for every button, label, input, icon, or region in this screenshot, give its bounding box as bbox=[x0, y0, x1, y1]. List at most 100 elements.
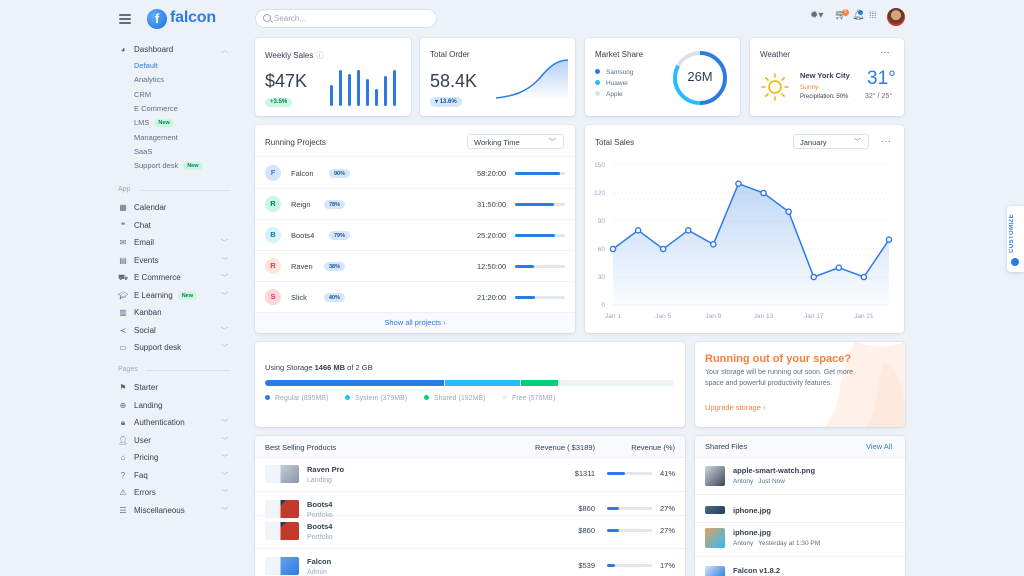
ticket-icon: ▭ bbox=[119, 343, 127, 352]
total-sales-card: Total Sales January ﹀ ··· 0 30 60 90 120 150 Ja… bbox=[585, 125, 904, 333]
new-badge: New bbox=[154, 119, 174, 127]
project-row[interactable]: R Reign 78% 31:50:00 bbox=[255, 189, 575, 220]
falcon-logo-icon[interactable]: f bbox=[147, 9, 167, 29]
working-time-select[interactable]: Working Time ﹀ bbox=[467, 134, 564, 149]
theme-settings-icon[interactable]: ✹▾ bbox=[810, 10, 823, 21]
legend-dot bbox=[265, 395, 270, 400]
card-title: Shared Files bbox=[705, 442, 748, 451]
graduation-cap-icon: 🎓︎ bbox=[118, 291, 129, 300]
shared-file-item[interactable]: iphone.jpg Antony Yesterday at 1:30 PM bbox=[695, 528, 905, 557]
project-percent-badge: 90% bbox=[329, 169, 351, 178]
file-name: apple-smart-watch.png bbox=[733, 466, 816, 475]
month-select[interactable]: January ﹀ bbox=[793, 134, 869, 149]
revenue-progress-bar bbox=[607, 507, 652, 510]
total-sales-line-chart: 0 30 60 90 120 150 Jan 1 Jan 5 Jan 9 Jan 13 Jan 17… bbox=[594, 162, 893, 320]
sales-point[interactable] bbox=[684, 227, 692, 234]
more-options-icon[interactable]: ··· bbox=[880, 47, 890, 58]
share-icon: ≺ bbox=[119, 326, 127, 335]
storage-card: Using Storage 1466 MB of 2 GB Regular (8… bbox=[255, 342, 685, 427]
sales-point[interactable] bbox=[885, 236, 893, 243]
sales-point[interactable] bbox=[609, 245, 617, 253]
sidebar-sub-analytics[interactable]: Analytics bbox=[134, 75, 164, 84]
search-input[interactable]: Search... bbox=[274, 14, 306, 23]
sidebar-sub-lms[interactable]: LMS New bbox=[134, 118, 174, 127]
file-thumbnail bbox=[705, 506, 725, 514]
sales-point[interactable] bbox=[710, 241, 717, 248]
sales-point[interactable] bbox=[810, 273, 818, 281]
more-options-icon[interactable]: ··· bbox=[881, 136, 891, 147]
sidebar-sub-default[interactable]: Default bbox=[134, 61, 158, 70]
sales-bar bbox=[330, 85, 333, 106]
sidebar-sub-ecommerce[interactable]: E Commerce bbox=[134, 104, 178, 113]
project-progress-bar bbox=[515, 203, 565, 206]
x-tick-label: Jan 21 bbox=[854, 313, 874, 320]
storage-segment bbox=[559, 380, 673, 386]
sidebar-section-app: App bbox=[118, 186, 131, 193]
product-row[interactable]: Falcon Admin $539 17% bbox=[255, 551, 685, 576]
product-revenue: $860 bbox=[578, 504, 595, 513]
flag-icon: ⚑ bbox=[119, 383, 127, 392]
y-tick-label: 150 bbox=[594, 162, 605, 169]
project-time: 12:50:00 bbox=[477, 262, 507, 271]
project-time: 58:20:00 bbox=[477, 169, 507, 178]
shared-file-item[interactable]: Falcon v1.8.2 bbox=[705, 566, 895, 576]
storage-progress-bar bbox=[265, 380, 674, 386]
project-time: 21:20:00 bbox=[477, 293, 507, 302]
customize-tab[interactable]: CUSTOMIZE bbox=[1007, 206, 1024, 272]
card-title: Best Selling Products bbox=[265, 443, 337, 452]
file-thumbnail bbox=[705, 528, 725, 548]
file-thumbnail bbox=[705, 466, 725, 486]
sidebar-sub-support-desk[interactable]: Support desk New bbox=[134, 161, 203, 170]
user-avatar[interactable] bbox=[887, 8, 905, 26]
info-circle-icon[interactable]: ⓘ bbox=[316, 51, 324, 60]
weekly-sales-change: +3.5% bbox=[265, 96, 293, 107]
product-row[interactable]: Boots4 Portfolio $860 27% bbox=[255, 494, 685, 519]
sales-area bbox=[613, 183, 889, 305]
chevron-down-icon: ﹀ bbox=[221, 258, 228, 265]
warning-icon: ⚠ bbox=[119, 488, 127, 497]
view-all-link[interactable]: View All bbox=[866, 442, 892, 451]
product-thumbnail bbox=[265, 465, 299, 483]
sales-point[interactable] bbox=[760, 189, 767, 197]
sidebar-sub-saas[interactable]: SaaS bbox=[134, 147, 152, 156]
shared-file-item[interactable]: apple-smart-watch.png Antony Just Now bbox=[695, 466, 905, 495]
sales-point[interactable] bbox=[835, 264, 843, 271]
cart-count-badge: 5 bbox=[842, 9, 849, 16]
project-percent-badge: 79% bbox=[329, 231, 351, 240]
search-box[interactable]: Search... bbox=[255, 9, 437, 28]
sidebar-sub-crm[interactable]: CRM bbox=[134, 90, 151, 99]
sales-point[interactable] bbox=[659, 245, 667, 253]
sales-bar bbox=[375, 89, 378, 106]
weekly-sales-bar-chart bbox=[330, 68, 400, 106]
sales-point[interactable] bbox=[735, 180, 742, 187]
product-row[interactable]: Raven Pro Landing $1311 41% bbox=[255, 459, 685, 492]
product-row[interactable]: Boots4 Portfolio $860 27% bbox=[255, 516, 685, 549]
sales-bar bbox=[348, 74, 351, 106]
sales-point[interactable] bbox=[860, 273, 868, 281]
sidebar-sub-management[interactable]: Management bbox=[134, 133, 178, 142]
product-percent: 41% bbox=[659, 469, 675, 478]
upgrade-storage-link[interactable]: Upgrade storage › bbox=[705, 403, 765, 412]
sales-point[interactable] bbox=[634, 227, 642, 234]
chat-icon: ❝ bbox=[120, 221, 126, 230]
legend-dot bbox=[502, 395, 507, 400]
project-row[interactable]: F Falcon 90% 58:20:00 bbox=[255, 158, 575, 189]
chevron-down-icon: ﹀ bbox=[221, 293, 228, 300]
storage-legend-item: Free (576MB) bbox=[502, 395, 555, 402]
project-row[interactable]: B Boots4 79% 25:20:00 bbox=[255, 220, 575, 251]
brand-name[interactable]: falcon bbox=[170, 9, 216, 27]
storage-usage-text: Using Storage 1466 MB of 2 GB bbox=[265, 363, 373, 372]
weather-range: 32° / 25° bbox=[865, 93, 893, 100]
sales-point[interactable] bbox=[785, 208, 792, 215]
project-row[interactable]: R Raven 38% 12:50:00 bbox=[255, 251, 575, 282]
chevron-down-icon: ﹀ bbox=[854, 139, 861, 146]
new-badge: New bbox=[183, 162, 203, 170]
project-row[interactable]: S Slick 40% 21:20:00 bbox=[255, 282, 575, 313]
y-tick-label: 90 bbox=[598, 218, 606, 225]
card-title: Total Sales bbox=[595, 138, 635, 147]
chevron-down-icon: ﹀ bbox=[221, 473, 228, 480]
apps-grid-icon[interactable]: ⁞⁞⁞ bbox=[869, 10, 877, 20]
menu-toggle-icon[interactable] bbox=[119, 14, 131, 24]
shared-file-item[interactable]: iphone.jpg bbox=[695, 506, 905, 523]
show-all-projects-link[interactable]: Show all projects › bbox=[255, 318, 575, 327]
